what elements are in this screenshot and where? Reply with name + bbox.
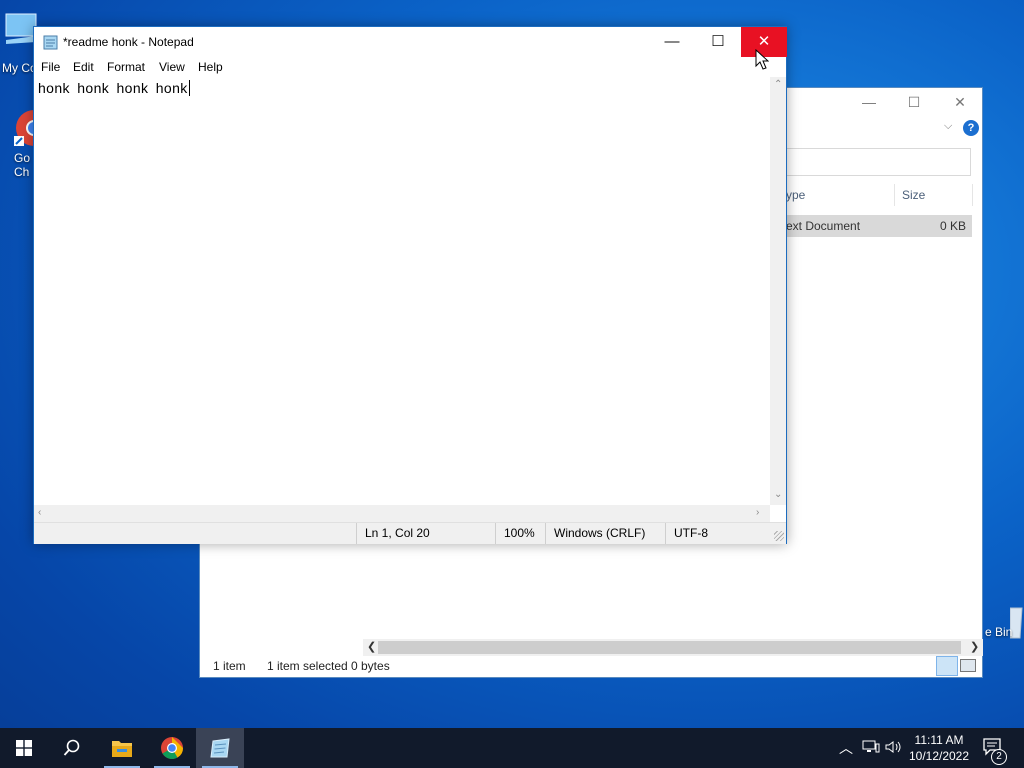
text-caret [188,80,190,96]
explorer-status-bar: 1 item 1 item selected 0 bytes [200,654,982,678]
menu-bar: File Edit Format View Help [34,57,786,77]
notification-count-badge: 2 [991,749,1007,765]
horizontal-scrollbar[interactable]: ‹ › [34,505,770,522]
selected-count: 1 item selected [267,659,348,673]
network-icon[interactable] [862,728,880,768]
column-divider [972,184,973,206]
column-divider [894,184,895,206]
encoding: UTF-8 [665,523,774,544]
zoom-level: 100% [495,523,544,544]
menu-file[interactable]: File [41,60,60,74]
menu-help[interactable]: Help [198,60,223,74]
explorer-minimize-button[interactable]: — [846,94,892,114]
line-ending: Windows (CRLF) [545,523,664,544]
explorer-search-input[interactable] [786,148,971,176]
windows-logo-icon [16,740,32,756]
notepad-icon [43,34,59,53]
selected-bytes: 0 bytes [351,659,390,673]
text-editor-area[interactable]: honk honk honk honk [34,77,770,505]
file-size-cell: 0 KB [939,219,966,233]
large-icons-view-icon[interactable] [960,659,976,672]
scroll-left-icon[interactable]: ❮ [367,640,376,653]
menu-view[interactable]: View [159,60,185,74]
taskbar-chrome[interactable] [148,728,196,768]
mouse-cursor-icon [755,48,770,74]
clock-date: 10/12/2022 [908,749,970,763]
file-type-cell: ext Document [786,219,861,233]
show-hidden-icons-button[interactable]: ︿ [839,728,853,768]
scroll-up-icon[interactable]: ⌃ [774,79,782,90]
taskbar-notepad[interactable] [196,728,244,768]
scroll-right-icon[interactable]: ❯ [970,640,979,653]
cursor-position: Ln 1, Col 20 [356,523,495,544]
column-header-type[interactable]: ype [786,184,805,206]
search-button[interactable] [48,728,96,768]
column-header-size[interactable]: Size [902,184,925,206]
status-bar: Ln 1, Col 20 100% Windows (CRLF) UTF-8 [34,522,786,544]
taskbar-file-explorer[interactable] [98,728,146,768]
search-icon [63,739,80,756]
desktop-icon-recycle-bin[interactable]: e Bin [982,604,1024,639]
clock-time: 11:11 AM [914,733,964,747]
resize-grip-icon[interactable] [774,531,784,541]
action-center-button[interactable]: 2 [983,728,1007,768]
table-row[interactable]: ext Document 0 KB [786,215,972,237]
expand-ribbon-icon[interactable]: ⌵ [944,120,952,133]
notepad-window[interactable]: *readme honk - Notepad — ☐ ✕ File Edit F… [33,26,787,544]
minimize-button[interactable]: — [649,27,695,57]
help-icon[interactable]: ? [963,120,979,136]
notepad-icon [210,738,230,758]
explorer-maximize-button[interactable]: ☐ [891,94,937,114]
scroll-right-icon[interactable]: › [756,507,759,518]
vertical-scrollbar[interactable]: ⌃ ⌄ [770,77,786,505]
scroll-left-icon[interactable]: ‹ [38,507,41,518]
scroll-down-icon[interactable]: ⌄ [774,489,782,500]
item-count: 1 item [213,659,246,673]
menu-edit[interactable]: Edit [73,60,94,74]
chrome-icon [161,737,183,759]
file-explorer-icon [112,741,132,757]
window-title: *readme honk - Notepad [63,35,194,49]
start-button[interactable] [0,728,48,768]
details-view-icon[interactable] [936,656,958,676]
notepad-title-bar[interactable]: *readme honk - Notepad — ☐ ✕ [34,27,787,57]
taskbar: ︿ 11:11 AM 10/12/2022 2 [0,728,1024,768]
system-clock[interactable]: 11:11 AM 10/12/2022 [905,732,973,764]
maximize-button[interactable]: ☐ [695,27,741,57]
explorer-close-button[interactable]: ✕ [937,94,983,114]
volume-icon[interactable] [885,728,901,768]
editor-text: honk honk honk honk [38,80,188,96]
menu-format[interactable]: Format [107,60,145,74]
scrollbar-thumb[interactable] [378,641,961,654]
